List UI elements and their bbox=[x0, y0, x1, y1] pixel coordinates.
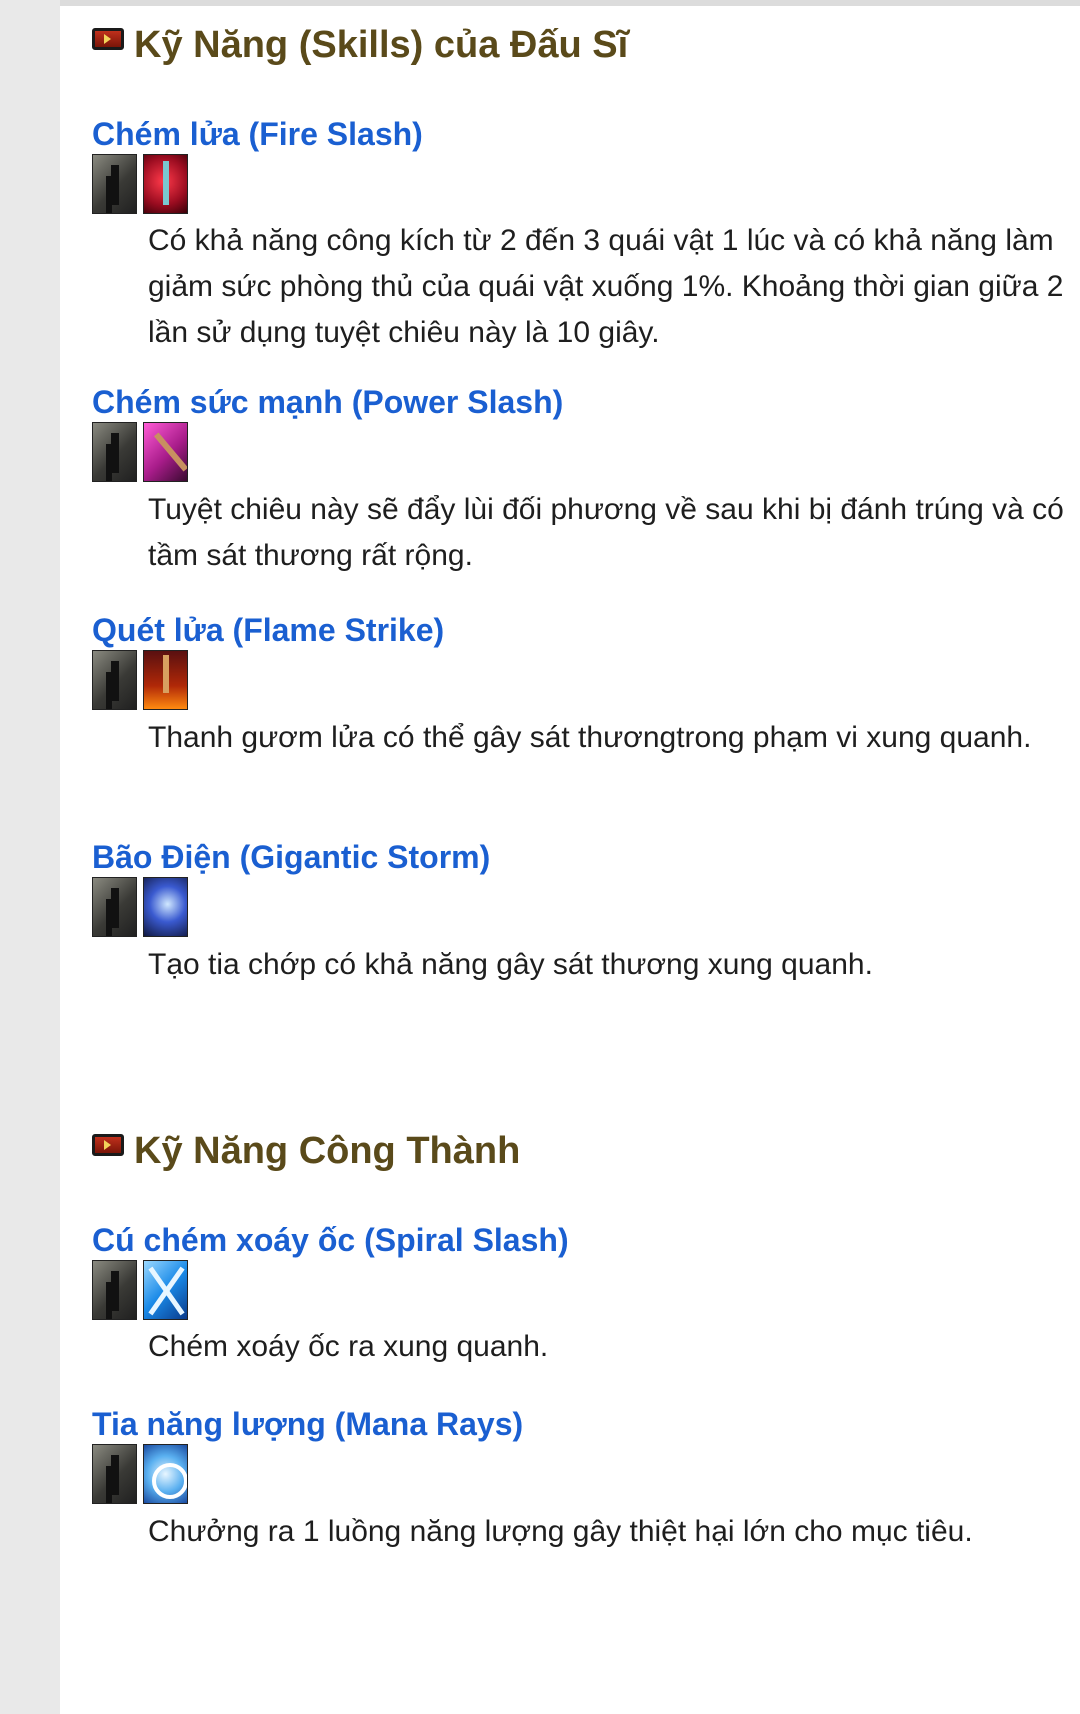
section-title-text: Kỹ Năng Công Thành bbox=[134, 1130, 521, 1172]
skill-icons-power-slash bbox=[92, 422, 188, 482]
skill-name-flame-strike: Quét lửa (Flame Strike) bbox=[92, 612, 445, 648]
mana-rays-color-icon bbox=[143, 1444, 188, 1504]
gigantic-storm-color-icon bbox=[143, 877, 188, 937]
fire-slash-color-icon bbox=[143, 154, 188, 214]
skill-name-power-slash: Chém sức mạnh (Power Slash) bbox=[92, 384, 564, 420]
skill-name-gigantic-storm: Bão Điện (Gigantic Storm) bbox=[92, 839, 491, 875]
skill-description-spiral-slash: Chém xoáy ốc ra xung quanh. bbox=[148, 1330, 549, 1363]
spiral-slash-grey-icon bbox=[92, 1260, 137, 1320]
gigantic-storm-grey-icon bbox=[92, 877, 137, 937]
fire-slash-grey-icon bbox=[92, 154, 137, 214]
skill-description-mana-rays: Chưởng ra 1 luồng năng lượng gây thiệt h… bbox=[148, 1515, 973, 1548]
skill-name-mana-rays: Tia năng lượng (Mana Rays) bbox=[92, 1406, 524, 1442]
skill-name-fire-slash: Chém lửa (Fire Slash) bbox=[92, 116, 423, 152]
section-flag-icon bbox=[92, 1133, 124, 1156]
skill-icons-mana-rays bbox=[92, 1444, 188, 1504]
spiral-slash-color-icon bbox=[143, 1260, 188, 1320]
article-content: Kỹ Năng (Skills) của Đấu Sĩ Chém lửa (Fi… bbox=[60, 0, 1080, 1714]
section-title-siege-skills: Kỹ Năng Công Thành bbox=[92, 1130, 520, 1173]
skill-icons-gigantic-storm bbox=[92, 877, 188, 937]
mana-rays-grey-icon bbox=[92, 1444, 137, 1504]
flame-strike-color-icon bbox=[143, 650, 188, 710]
skill-description-fire-slash: Có khả năng công kích từ 2 đến 3 quái vậ… bbox=[148, 224, 1064, 349]
power-slash-grey-icon bbox=[92, 422, 137, 482]
skill-description-power-slash: Tuyệt chiêu này sẽ đẩy lùi đối phương về… bbox=[148, 493, 1064, 572]
skill-name-spiral-slash: Cú chém xoáy ốc (Spiral Slash) bbox=[92, 1222, 569, 1258]
power-slash-color-icon bbox=[143, 422, 188, 482]
section-title-warrior-skills: Kỹ Năng (Skills) của Đấu Sĩ bbox=[92, 24, 628, 67]
section-flag-icon bbox=[92, 27, 124, 50]
skill-icons-flame-strike bbox=[92, 650, 188, 710]
skill-icons-fire-slash bbox=[92, 154, 188, 214]
skill-description-flame-strike: Thanh gươm lửa có thể gây sát thươngtron… bbox=[148, 721, 1032, 754]
skill-description-gigantic-storm: Tạo tia chớp có khả năng gây sát thương … bbox=[148, 948, 873, 981]
skill-icons-spiral-slash bbox=[92, 1260, 188, 1320]
flame-strike-grey-icon bbox=[92, 650, 137, 710]
section-title-text: Kỹ Năng (Skills) của Đấu Sĩ bbox=[134, 24, 629, 66]
